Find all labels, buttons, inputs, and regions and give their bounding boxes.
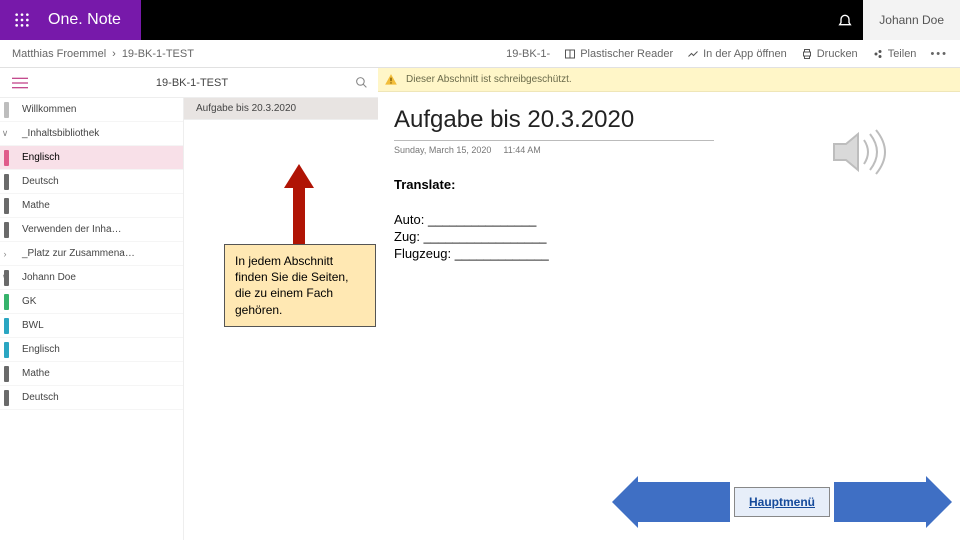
next-arrow-button[interactable] — [834, 482, 926, 522]
chevron-right-icon: › — [112, 48, 116, 60]
section-color-tab — [4, 294, 9, 310]
section-label: Englisch — [22, 344, 60, 355]
section-item[interactable]: ∨Johann Doe — [0, 266, 183, 290]
open-in-app-button[interactable]: In der App öffnen — [687, 48, 787, 60]
command-bar: Matthias Froemmel › 19-BK-1-TEST 19-BK-1… — [0, 40, 960, 68]
search-icon[interactable] — [344, 76, 378, 89]
annotation-note: In jedem Abschnitt finden Sie die Seiten… — [224, 244, 376, 327]
section-label: _Platz zur Zusammena… — [22, 248, 135, 259]
section-item[interactable]: Mathe — [0, 362, 183, 386]
pages-list: Aufgabe bis 20.3.2020 In jedem Abschnitt… — [184, 98, 378, 540]
section-label: Englisch — [22, 152, 60, 163]
translate-line: Auto: _______________ — [394, 212, 960, 227]
immersive-reader-button[interactable]: Plastischer Reader — [564, 48, 673, 60]
section-label: Willkommen — [22, 104, 76, 115]
section-color-tab — [4, 390, 9, 406]
notifications-icon[interactable] — [827, 12, 863, 28]
prev-arrow-button[interactable] — [638, 482, 730, 522]
crumb-notebook[interactable]: 19-BK-1-TEST — [122, 48, 194, 60]
sections-list: Willkommen ∨ _Inhaltsbibliothek Englisch Deu… — [0, 98, 184, 540]
section-color-tab — [4, 174, 9, 190]
section-item[interactable]: Mathe — [0, 194, 183, 218]
page-content: Dieser Abschnitt ist schreibgeschützt. A… — [378, 68, 960, 540]
section-item[interactable]: BWL — [0, 314, 183, 338]
translate-line: Flugzeug: _____________ — [394, 246, 960, 261]
section-item[interactable]: ∨ _Inhaltsbibliothek — [0, 122, 183, 146]
section-item[interactable]: Deutsch — [0, 170, 183, 194]
hamburger-icon[interactable] — [0, 77, 40, 89]
crumb-truncated: 19-BK-1- — [506, 48, 550, 60]
section-color-tab — [4, 318, 9, 334]
main-menu-link[interactable]: Hauptmenü — [734, 487, 830, 517]
section-item[interactable]: Verwenden der Inha… — [0, 218, 183, 242]
speaker-icon[interactable] — [830, 128, 890, 176]
section-color-tab — [4, 222, 9, 238]
section-color-tab — [4, 366, 9, 382]
section-label: Mathe — [22, 368, 50, 379]
translate-heading: Translate: — [394, 177, 960, 192]
user-name[interactable]: Johann Doe — [863, 0, 960, 40]
section-label: Deutsch — [22, 176, 59, 187]
topbar: One. Note Johann Doe — [0, 0, 960, 40]
print-button[interactable]: Drucken — [801, 48, 858, 60]
section-color-tab — [4, 270, 9, 286]
nav-controls: Hauptmenü — [638, 482, 926, 522]
section-color-tab — [4, 150, 9, 166]
section-color-tab — [4, 102, 9, 118]
section-label: BWL — [22, 320, 44, 331]
translate-line: Zug: _________________ — [394, 229, 960, 244]
section-color-tab — [4, 198, 9, 214]
nav-pane: 19-BK-1-TEST Willkommen ∨ _Inhaltsbiblioth… — [0, 68, 378, 540]
expand-icon[interactable]: ∨ — [0, 128, 12, 139]
section-item[interactable]: GK — [0, 290, 183, 314]
section-label: Mathe — [22, 200, 50, 211]
page-item-selected[interactable]: Aufgabe bis 20.3.2020 — [184, 98, 378, 120]
notebook-title[interactable]: 19-BK-1-TEST — [40, 77, 344, 89]
section-item[interactable]: Willkommen — [0, 98, 183, 122]
section-item[interactable]: › _Platz zur Zusammena… — [0, 242, 183, 266]
readonly-banner: Dieser Abschnitt ist schreibgeschützt. — [378, 68, 960, 92]
section-item[interactable]: Deutsch — [0, 386, 183, 410]
warning-icon — [384, 73, 398, 87]
section-label: Johann Doe — [22, 272, 76, 283]
app-launcher-icon[interactable] — [0, 0, 44, 40]
arrow-up-icon — [284, 164, 314, 244]
app-name: One. Note — [44, 0, 141, 40]
section-item[interactable]: Englisch — [0, 146, 183, 170]
section-item[interactable]: Englisch — [0, 338, 183, 362]
page-date: Sunday, March 15, 2020 — [394, 145, 491, 155]
page-time: 11:44 AM — [503, 145, 540, 155]
section-label: GK — [22, 296, 36, 307]
section-label: _Inhaltsbibliothek — [22, 128, 99, 139]
section-color-tab — [4, 342, 9, 358]
share-button[interactable]: Teilen — [872, 48, 917, 60]
expand-icon[interactable]: › — [0, 249, 12, 259]
crumb-owner[interactable]: Matthias Froemmel — [12, 48, 106, 60]
breadcrumb[interactable]: Matthias Froemmel › 19-BK-1-TEST — [12, 48, 194, 60]
more-icon[interactable]: ••• — [930, 48, 948, 60]
section-label: Deutsch — [22, 392, 59, 403]
section-label: Verwenden der Inha… — [22, 224, 122, 235]
